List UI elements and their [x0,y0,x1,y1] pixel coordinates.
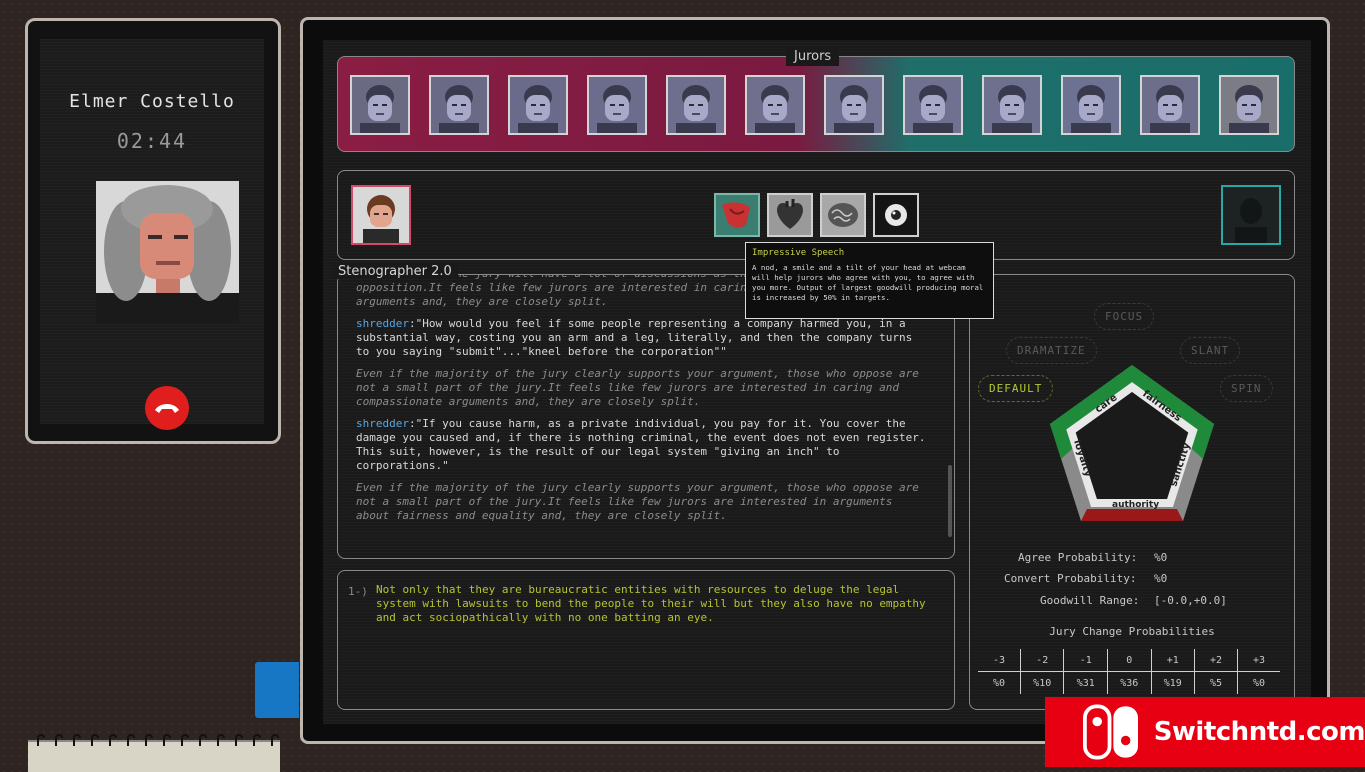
jurors-title: Jurors [786,47,840,66]
jury-change-header: +2 [1194,649,1238,672]
convert-probability-value: %0 [1154,572,1168,585]
argument-index: 1-) [348,585,368,598]
speaker-text: :"If you cause harm, as a private indivi… [356,417,926,472]
hang-up-button[interactable] [145,386,189,430]
juror-1[interactable] [350,75,410,135]
opponent-avatar[interactable] [1221,185,1281,245]
speaker-entry: shredder:"How would you feel if some peo… [356,317,931,359]
jury-change-value: %10 [1019,671,1064,694]
argument-panel: 1-) Not only that they are bureaucratic … [337,570,955,710]
tongue-skill-button[interactable] [714,193,760,237]
agree-probability-value: %0 [1154,551,1168,564]
stenographer-scrollbar[interactable] [948,465,952,537]
jury-change-title: Jury Change Probabilities [1049,625,1215,638]
mode-focus[interactable]: FOCUS [1094,303,1155,330]
stenographer-title: Stenographer 2.0 [332,264,458,279]
speaker-name: shredder [356,317,409,330]
goodwill-range-label: Goodwill Range: [1040,594,1140,607]
jury-change-table: -3 -2 -1 0 +1 +2 +3 %0 %10 %31 %36 %19 %5 %0 [978,649,1280,694]
player-avatar[interactable] [351,185,411,245]
jury-change-header: 0 [1107,649,1152,672]
brain-skill-button[interactable] [820,193,866,237]
jury-change-header: -2 [1019,649,1064,672]
jury-change-header: +3 [1237,649,1280,672]
jury-change-header: -3 [978,649,1021,672]
caller-name: Elmer Costello [69,91,235,112]
tooltip-title: Impressive Speech [752,248,845,258]
caller-portrait [96,181,239,323]
notepad [28,734,280,772]
juror-8[interactable] [903,75,963,135]
juror-11[interactable] [1140,75,1200,135]
jury-change-value: %36 [1107,671,1152,694]
jury-feedback-entry: Even if the majority of the jury clearly… [356,481,919,522]
switch-logo-icon [1083,704,1138,760]
juror-4[interactable] [587,75,647,135]
tongue-icon [716,195,758,235]
watermark: Switchntd.com [1045,697,1365,767]
skill-tooltip: Impressive Speech A nod, a smile and a t… [745,242,994,319]
jury-change-value: %0 [992,677,1005,689]
juror-12[interactable] [1219,75,1279,135]
jury-change-value: %19 [1150,671,1195,694]
juror-3[interactable] [508,75,568,135]
goodwill-range-value: [-0.0,+0.0] [1154,594,1227,607]
juror-6[interactable] [745,75,805,135]
monitor-screen: Jurors opposition.It feels like few juro… [323,40,1311,724]
heart-skill-button[interactable] [767,193,813,237]
tooltip-text: A nod, a smile and a tilt of your head a… [752,263,984,302]
eye-skill-button[interactable] [873,193,919,237]
speaker-entry: shredder:"If you cause harm, as a privat… [356,417,931,473]
phone-panel: Elmer Costello 02:44 [25,18,281,444]
juror-9[interactable] [982,75,1042,135]
phone-screen: Elmer Costello 02:44 [40,39,264,430]
watermark-text: Switchntd.com [1153,717,1365,747]
convert-probability-label: Convert Probability: [1004,572,1137,585]
jurors-panel: Jurors [337,47,1295,152]
notebook-tab[interactable] [255,662,299,718]
eye-icon [875,195,917,235]
jury-feedback-entry: Even if the majority of the jury clearly… [356,367,919,408]
jury-change-header: -1 [1063,649,1108,672]
jury-change-value: %31 [1063,671,1108,694]
brain-icon [822,195,864,235]
jury-change-value: %5 [1194,671,1238,694]
argument-option-1[interactable]: Not only that they are bureaucratic enti… [376,583,936,625]
juror-7[interactable] [824,75,884,135]
heart-icon [769,195,811,235]
call-timer: 02:44 [116,129,188,153]
jury-change-value: %0 [1237,671,1280,694]
phone-hangup-icon [155,404,179,413]
moral-authority: authority [1112,500,1159,510]
speaker-name: shredder [356,417,409,430]
speaker-text: :"How would you feel if some people repr… [356,317,913,358]
juror-5[interactable] [666,75,726,135]
juror-2[interactable] [429,75,489,135]
jury-change-header: +1 [1150,649,1195,672]
agree-probability-label: Agree Probability: [1018,551,1138,564]
juror-10[interactable] [1061,75,1121,135]
monitor: Jurors opposition.It feels like few juro… [300,17,1330,744]
stats-panel: FOCUS DRAMATIZE SLANT DEFAULT SPIN care … [969,274,1295,710]
